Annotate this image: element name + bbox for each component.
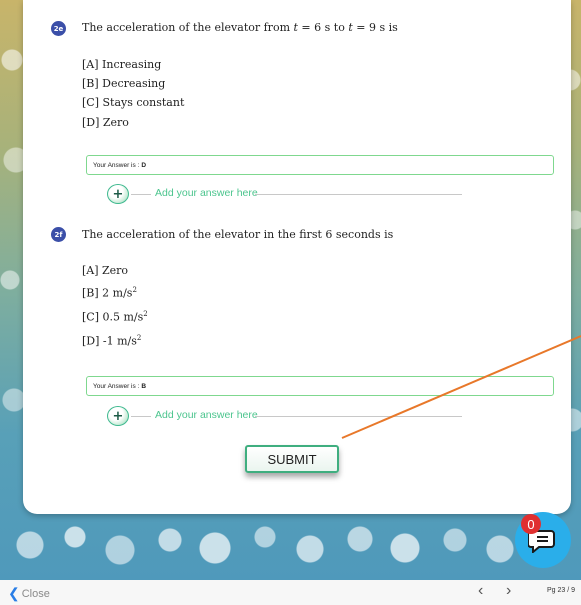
next-page-button[interactable]: › <box>506 582 511 600</box>
chevron-left-icon: ❮ <box>8 585 20 601</box>
close-button[interactable]: ❮ Close <box>8 585 50 602</box>
notification-badge: 0 <box>521 514 541 534</box>
close-label: Close <box>21 587 50 600</box>
previous-page-button[interactable]: ‹ <box>478 582 483 600</box>
pointer-line <box>341 335 581 439</box>
page-indicator: Pg 23 / 9 <box>547 587 576 594</box>
bottom-bar: ❮ Close ‹ › Pg 23 / 9 <box>0 580 581 605</box>
